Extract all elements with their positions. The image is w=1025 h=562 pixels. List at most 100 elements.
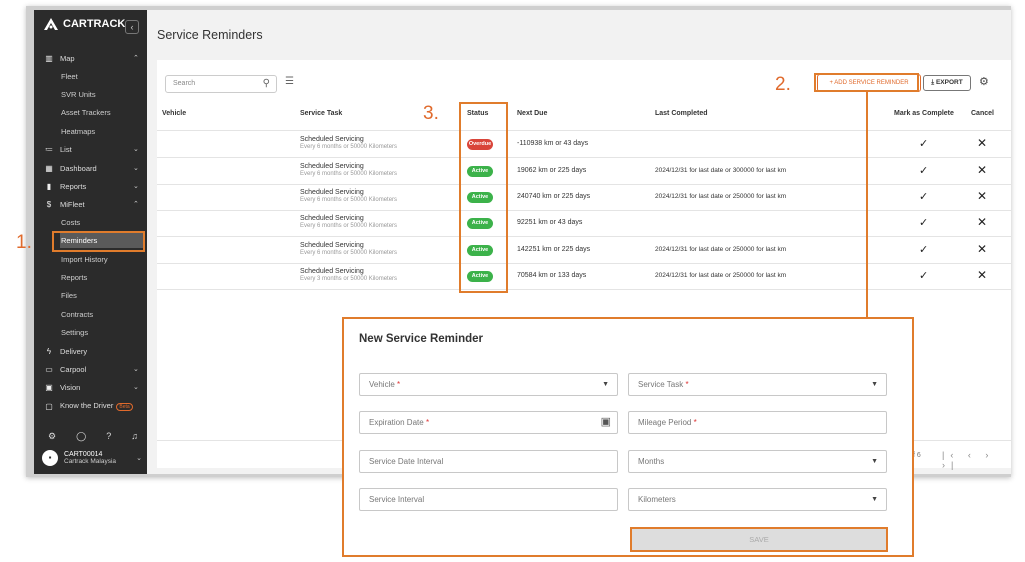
close-icon[interactable]: ✕ bbox=[977, 268, 987, 282]
chevron-up-icon: ⌃ bbox=[133, 55, 139, 62]
service-date-interval-label: Service Date Interval bbox=[369, 457, 444, 466]
nav-dashboard[interactable]: ▦ Dashboard ⌄ bbox=[34, 160, 147, 176]
col-service-task[interactable]: Service Task bbox=[300, 110, 342, 117]
last-completed: 2024/12/31 for last date or 300000 for l… bbox=[655, 167, 787, 174]
pagination-nav[interactable]: |‹ ‹ › ›| bbox=[942, 450, 1011, 470]
account-name: CART00014 bbox=[64, 451, 103, 458]
brand-name: CARTRACK bbox=[63, 18, 126, 30]
search-input[interactable]: Search ⚲ bbox=[165, 75, 277, 93]
dropdown-arrow-icon: ▼ bbox=[871, 381, 878, 388]
highlight-status-column bbox=[459, 102, 508, 293]
sub-settings[interactable]: Settings bbox=[61, 324, 144, 340]
last-completed: 2024/12/31 for last date or 250000 for l… bbox=[655, 246, 787, 253]
task-name: Scheduled Servicing bbox=[300, 242, 364, 249]
callout-1: 1. bbox=[16, 232, 32, 253]
cartrack-logo: CARTRACK bbox=[44, 18, 125, 30]
vehicle-label: Vehicle bbox=[369, 380, 395, 389]
col-next-due[interactable]: Next Due bbox=[517, 110, 547, 117]
service-interval-label: Service Interval bbox=[369, 495, 425, 504]
nav-know-the-driver[interactable]: ▢ Know the Driver Beta bbox=[34, 398, 147, 414]
export-button[interactable]: ⤓ EXPORT bbox=[923, 75, 971, 91]
dollar-icon: $ bbox=[46, 199, 52, 209]
required-mark: * bbox=[397, 380, 401, 389]
check-icon[interactable]: ✓ bbox=[919, 190, 928, 203]
expiration-date-field[interactable]: Expiration Date * ▣ bbox=[359, 411, 618, 434]
sub-import-history[interactable]: Import History bbox=[61, 251, 144, 267]
nav-vision[interactable]: ▣ Vision ⌄ bbox=[34, 379, 147, 395]
callout-3: 3. bbox=[423, 103, 439, 124]
search-placeholder: Search bbox=[173, 80, 196, 87]
task-interval: Every 3 months or 50000 Kilometers bbox=[300, 276, 398, 282]
sub-files[interactable]: Files bbox=[61, 287, 144, 303]
bell-icon[interactable]: ♫ bbox=[131, 431, 138, 442]
months-value: Months bbox=[638, 457, 665, 466]
filter-icon[interactable]: ☰ bbox=[285, 76, 294, 87]
col-vehicle[interactable]: Vehicle bbox=[162, 110, 186, 117]
col-last-completed[interactable]: Last Completed bbox=[655, 110, 708, 117]
nav-label: Vision bbox=[60, 382, 81, 392]
nav-map[interactable]: ▥ Map ⌃ bbox=[34, 50, 147, 66]
col-mark-complete[interactable]: Mark as Complete bbox=[894, 110, 954, 117]
calendar-icon[interactable]: ▣ bbox=[601, 412, 611, 433]
dialog-title: New Service Reminder bbox=[359, 333, 484, 345]
account-menu[interactable]: ▪ CART00014 Cartrack Malaysia ⌄ bbox=[42, 450, 142, 466]
nav-label: Dashboard bbox=[60, 163, 97, 173]
settings-icon[interactable]: ⚙ bbox=[48, 431, 56, 442]
sub-fleet[interactable]: Fleet bbox=[61, 68, 144, 84]
nav-carpool[interactable]: ▭ Carpool ⌄ bbox=[34, 361, 147, 377]
close-icon[interactable]: ✕ bbox=[977, 215, 987, 229]
task-name: Scheduled Servicing bbox=[300, 268, 364, 275]
close-icon[interactable]: ✕ bbox=[977, 136, 987, 150]
sub-reports[interactable]: Reports bbox=[61, 269, 144, 285]
close-icon[interactable]: ✕ bbox=[977, 242, 987, 256]
table-row[interactable]: Scheduled Servicing Every 6 months or 500… bbox=[157, 237, 1011, 263]
shield-icon[interactable]: ◯ bbox=[76, 431, 86, 442]
next-due: 70584 km or 133 days bbox=[517, 272, 587, 279]
calendar-icon: ▭ bbox=[45, 364, 53, 374]
sub-svr-units[interactable]: SVR Units bbox=[61, 86, 144, 102]
check-icon[interactable]: ✓ bbox=[919, 137, 928, 150]
next-due: 92251 km or 43 days bbox=[517, 219, 583, 226]
close-icon[interactable]: ✕ bbox=[977, 189, 987, 203]
table-row[interactable]: Scheduled Servicing Every 6 months or 500… bbox=[157, 158, 1011, 184]
table-row[interactable]: Scheduled Servicing Every 6 months or 500… bbox=[157, 210, 1011, 236]
close-icon[interactable]: ✕ bbox=[977, 163, 987, 177]
next-due: 240740 km or 225 days bbox=[517, 193, 591, 200]
service-interval-field[interactable]: Service Interval bbox=[359, 488, 618, 511]
gear-icon[interactable]: ⚙ bbox=[979, 75, 989, 88]
service-task-select[interactable]: Service Task * ▼ bbox=[628, 373, 887, 396]
chevron-down-icon: ⌄ bbox=[133, 146, 139, 153]
connector-line bbox=[866, 92, 868, 318]
mileage-period-field[interactable]: Mileage Period * bbox=[628, 411, 887, 434]
nav-reports[interactable]: ▮ Reports ⌄ bbox=[34, 178, 147, 194]
driver-icon: ▢ bbox=[45, 401, 53, 411]
last-completed: 2024/12/31 for last date or 250000 for l… bbox=[655, 272, 787, 279]
dropdown-arrow-icon: ▼ bbox=[602, 381, 609, 388]
check-icon[interactable]: ✓ bbox=[919, 216, 928, 229]
service-date-interval-field[interactable]: Service Date Interval bbox=[359, 450, 618, 473]
chevron-down-icon: ⌄ bbox=[133, 183, 139, 190]
table-row[interactable]: Scheduled Servicing Every 3 months or 500… bbox=[157, 263, 1011, 289]
check-icon[interactable]: ✓ bbox=[919, 164, 928, 177]
nav-delivery[interactable]: ϟ Delivery bbox=[34, 343, 147, 359]
sub-asset-trackers[interactable]: Asset Trackers bbox=[61, 104, 144, 120]
nav-list[interactable]: ≔ List ⌄ bbox=[34, 141, 147, 157]
kilometers-select[interactable]: Kilometers ▼ bbox=[628, 488, 887, 511]
sub-heatmaps[interactable]: Heatmaps bbox=[61, 123, 144, 139]
vehicle-select[interactable]: Vehicle * ▼ bbox=[359, 373, 618, 396]
table-row[interactable]: Scheduled Servicing Every 6 months or 500… bbox=[157, 131, 1011, 157]
search-icon: ⚲ bbox=[262, 78, 270, 89]
required-mark: * bbox=[693, 418, 697, 427]
nav-label: Map bbox=[60, 53, 75, 63]
check-icon[interactable]: ✓ bbox=[919, 269, 928, 282]
sub-contracts[interactable]: Contracts bbox=[61, 306, 144, 322]
sub-costs[interactable]: Costs bbox=[61, 214, 144, 230]
save-button[interactable]: SAVE bbox=[630, 527, 888, 552]
collapse-sidebar-button[interactable]: ‹ bbox=[125, 20, 139, 34]
check-icon[interactable]: ✓ bbox=[919, 243, 928, 256]
help-icon[interactable]: ? bbox=[106, 431, 111, 442]
table-row[interactable]: Scheduled Servicing Every 6 months or 500… bbox=[157, 184, 1011, 210]
months-select[interactable]: Months ▼ bbox=[628, 450, 887, 473]
nav-mifleet[interactable]: $ MiFleet ⌃ bbox=[34, 196, 147, 212]
col-cancel[interactable]: Cancel bbox=[971, 110, 994, 117]
